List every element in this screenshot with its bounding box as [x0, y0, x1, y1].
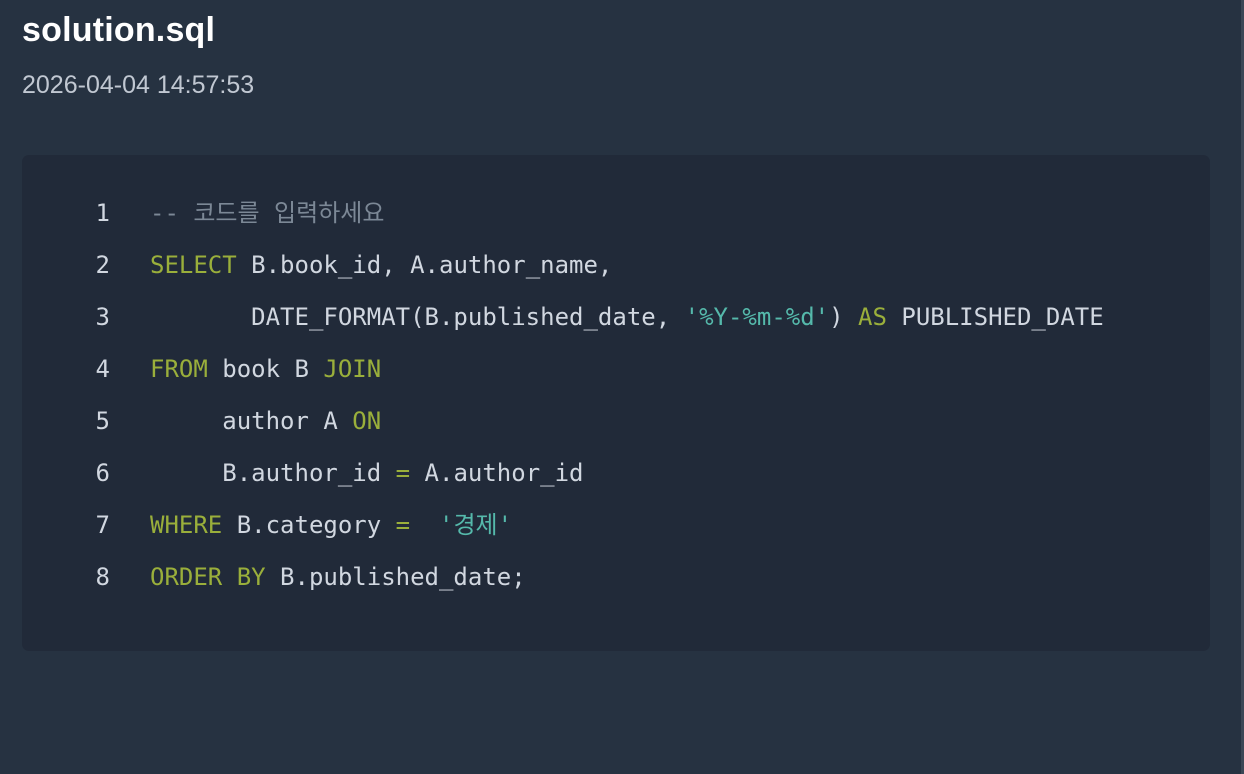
line-number: 7 [95, 511, 110, 539]
code-line: 4 FROM book B JOIN [22, 343, 1210, 395]
code-token-plain: author A [150, 407, 353, 435]
code-line: 5 author A ON [22, 395, 1210, 447]
code-token-keyword: JOIN [323, 355, 382, 383]
line-number: 5 [95, 407, 110, 435]
file-timestamp: 2026-04-04 14:57:53 [22, 71, 255, 99]
code-block[interactable]: 1 -- 코드를 입력하세요 2 SELECT B.book_id, A.author… [22, 155, 1210, 651]
code-token-keyword: ON [352, 407, 382, 435]
code-token-comment: -- 코드를 입력하세요 [150, 199, 385, 227]
code-lines: 1 -- 코드를 입력하세요 2 SELECT B.book_id, A.author… [22, 187, 1210, 603]
code-token-plain: A.author_id [410, 459, 584, 487]
code-token-operator: = [395, 459, 411, 487]
code-line: 6 B.author_id = A.author_id [22, 447, 1210, 499]
code-token-plain: ) [829, 303, 859, 331]
code-token-plain: B.author_id [150, 459, 396, 487]
code-token-plain: book B [207, 355, 324, 383]
code-line: 8 ORDER BY B.published_date; [22, 551, 1210, 603]
line-number: 4 [95, 355, 110, 383]
line-code: DATE_FORMAT(B.published_date, '%Y-%m-%d'… [150, 291, 1104, 343]
line-code: ORDER BY B.published_date; [150, 551, 526, 603]
code-token-plain: PUBLISHED_DATE [886, 303, 1104, 331]
code-token-keyword: SELECT [150, 251, 237, 279]
file-title: solution.sql [22, 11, 216, 49]
code-token-plain: DATE_FORMAT(B.published_date, [150, 303, 685, 331]
code-token-keyword: WHERE [150, 511, 223, 539]
code-token-plain: B.category [222, 511, 396, 539]
line-number: 1 [95, 199, 110, 227]
code-line: 1 -- 코드를 입력하세요 [22, 187, 1210, 239]
line-code: -- 코드를 입력하세요 [150, 187, 384, 239]
line-number: 2 [95, 251, 110, 279]
code-line: 2 SELECT B.book_id, A.author_name, [22, 239, 1210, 291]
code-token-keyword: FROM [150, 355, 208, 383]
code-token-string: '%Y-%m-%d' [684, 303, 830, 331]
line-number: 6 [95, 459, 110, 487]
code-line: 3 DATE_FORMAT(B.published_date, '%Y-%m-%… [22, 291, 1210, 343]
file-header: solution.sql 2026-04-04 14:57:53 [22, 10, 254, 100]
code-token-keyword: AS [858, 303, 887, 331]
line-code: FROM book B JOIN [150, 343, 381, 395]
code-token-plain: B.book_id, A.author_name, [236, 251, 613, 279]
code-token-operator: = [395, 511, 411, 539]
code-token-string: '경제' [439, 511, 513, 539]
code-token-plain: B.published_date; [265, 563, 526, 591]
code-token-keyword: ORDER BY [150, 563, 266, 591]
code-line: 7 WHERE B.category = '경제' [22, 499, 1210, 551]
line-number: 8 [95, 563, 110, 591]
line-number: 3 [95, 303, 110, 331]
line-code: SELECT B.book_id, A.author_name, [150, 239, 612, 291]
line-code: author A ON [150, 395, 381, 447]
line-code: B.author_id = A.author_id [150, 447, 583, 499]
line-code: WHERE B.category = '경제' [150, 499, 512, 551]
